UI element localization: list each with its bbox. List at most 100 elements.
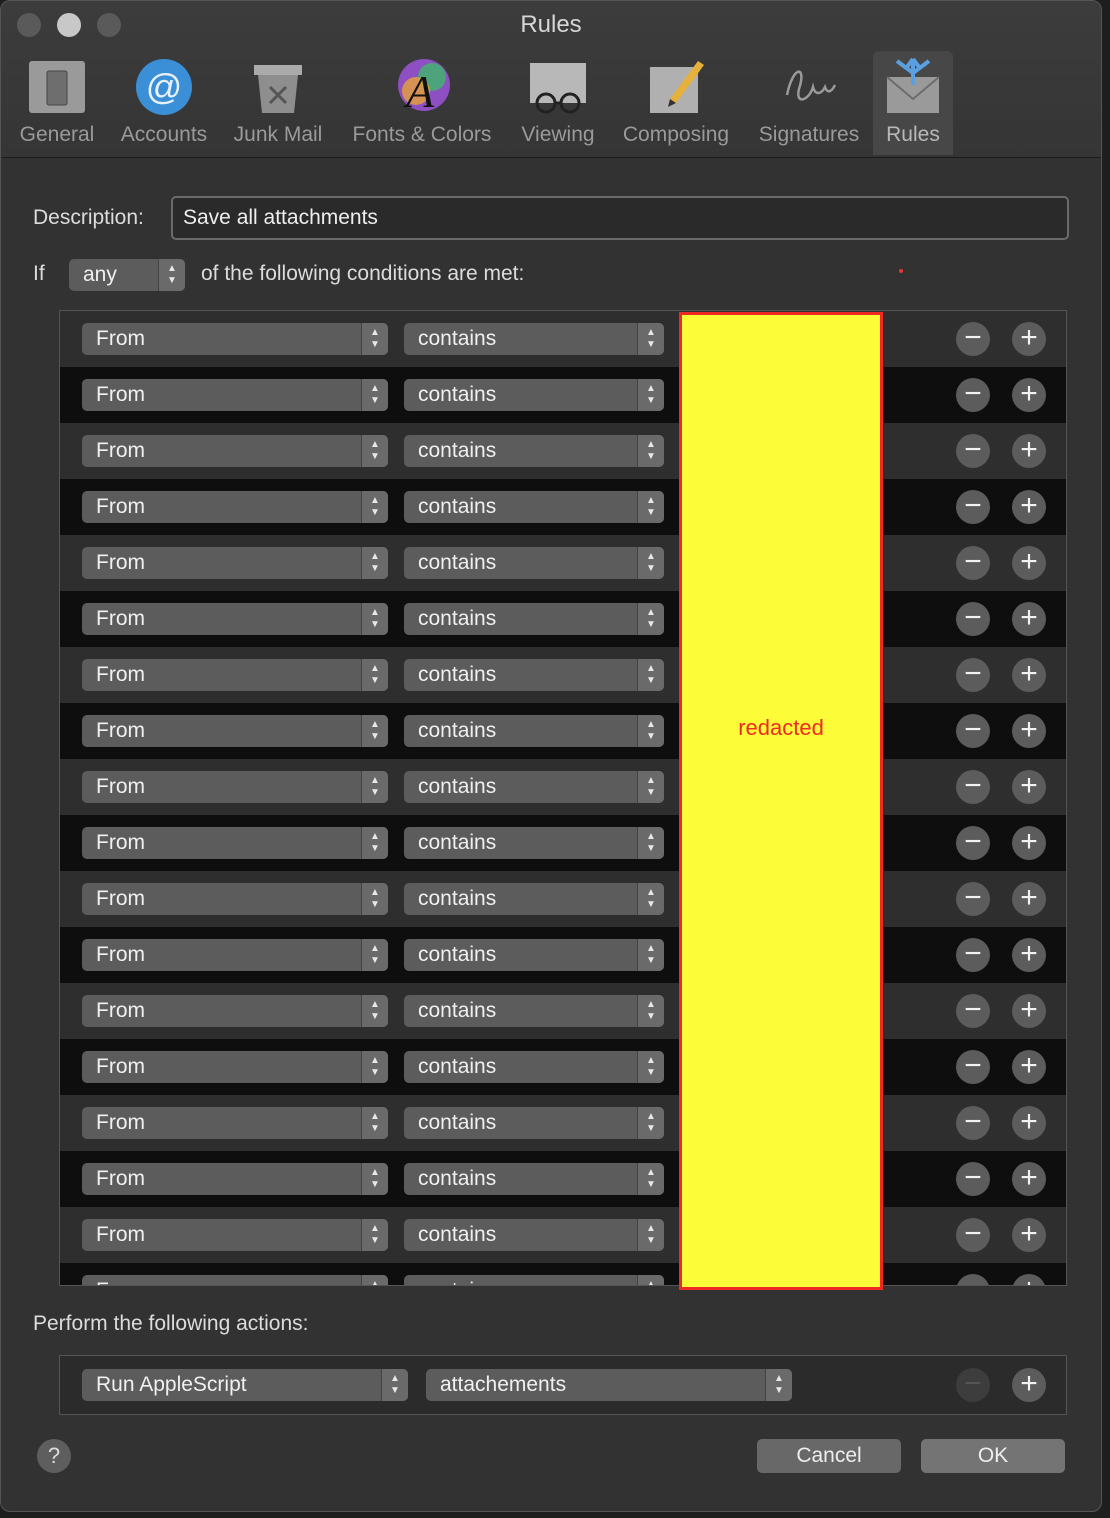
condition-operator-popup[interactable]: contains ▲▼ <box>404 659 664 691</box>
action-type-popup[interactable]: Run AppleScript ▲ ▼ <box>82 1369 408 1401</box>
add-condition-button[interactable]: + <box>1012 1050 1046 1084</box>
ok-button[interactable]: OK <box>921 1439 1065 1473</box>
condition-field-popup[interactable]: From ▲▼ <box>82 435 388 467</box>
add-condition-button[interactable]: + <box>1012 490 1046 524</box>
add-condition-button[interactable]: + <box>1012 994 1046 1028</box>
condition-operator-popup[interactable]: contains ▲▼ <box>404 939 664 971</box>
remove-condition-button[interactable]: − <box>956 1218 990 1252</box>
condition-operator-popup[interactable]: contains ▲▼ <box>404 491 664 523</box>
condition-operator-popup[interactable]: contains ▲▼ <box>404 323 664 355</box>
stepper-arrows-icon: ▲▼ <box>637 715 664 747</box>
toolbar-item-accounts[interactable]: @ Accounts <box>111 51 217 155</box>
remove-condition-button[interactable]: − <box>956 826 990 860</box>
condition-field-popup[interactable]: From ▲▼ <box>82 379 388 411</box>
remove-condition-button[interactable]: − <box>956 378 990 412</box>
condition-operator-popup[interactable]: contains ▲▼ <box>404 1051 664 1083</box>
remove-condition-button[interactable]: − <box>956 938 990 972</box>
condition-field-popup[interactable]: From ▲▼ <box>82 659 388 691</box>
add-condition-button[interactable]: + <box>1012 322 1046 356</box>
add-condition-button[interactable]: + <box>1012 1218 1046 1252</box>
help-button[interactable]: ? <box>37 1439 71 1473</box>
condition-field-value: From <box>96 1167 145 1190</box>
condition-operator-popup[interactable]: contains ▲▼ <box>404 435 664 467</box>
add-condition-button[interactable]: + <box>1012 602 1046 636</box>
remove-condition-button[interactable]: − <box>956 1106 990 1140</box>
condition-field-popup[interactable]: From ▲▼ <box>82 1163 388 1195</box>
match-type-popup[interactable]: any ▲ ▼ <box>69 259 185 291</box>
toolbar-item-signatures[interactable]: Signatures <box>747 51 871 155</box>
condition-field-popup[interactable]: From ▲▼ <box>82 323 388 355</box>
condition-field-popup[interactable]: From ▲▼ <box>82 827 388 859</box>
stepper-arrows-icon: ▲▼ <box>361 1107 388 1139</box>
toolbar-item-composing[interactable]: Composing <box>611 51 741 155</box>
add-action-button[interactable]: + <box>1012 1368 1046 1402</box>
condition-operator-popup[interactable]: contains ▲▼ <box>404 379 664 411</box>
add-condition-button[interactable]: + <box>1012 1106 1046 1140</box>
condition-row: From ▲▼ contains ▲▼ −+ <box>60 423 1066 479</box>
condition-row: From ▲▼ contains ▲▼ −+ <box>60 1207 1066 1263</box>
add-condition-button[interactable]: + <box>1012 938 1046 972</box>
condition-row: From ▲▼ contains ▲▼ −+ <box>60 871 1066 927</box>
conditions-list[interactable]: From ▲ ▼ contains ▲ ▼ − + From ▲ ▼ contains ▲ ▼ − + From… <box>59 310 1067 1286</box>
toolbar-item-rules[interactable]: Rules <box>873 51 953 155</box>
condition-operator-popup[interactable]: contains ▲▼ <box>404 1219 664 1251</box>
condition-operator-popup[interactable]: contains ▲▼ <box>404 547 664 579</box>
condition-field-popup[interactable]: From ▲▼ <box>82 603 388 635</box>
stepper-arrows-icon: ▲▼ <box>637 771 664 803</box>
add-condition-button[interactable]: + <box>1012 546 1046 580</box>
condition-operator-popup[interactable]: contains ▲▼ <box>404 995 664 1027</box>
condition-operator-popup[interactable]: contains ▲▼ <box>404 715 664 747</box>
add-condition-button[interactable]: + <box>1012 1162 1046 1196</box>
add-condition-button[interactable]: + <box>1012 658 1046 692</box>
remove-condition-button[interactable]: − <box>956 1162 990 1196</box>
condition-operator-popup[interactable]: contains ▲▼ <box>404 1107 664 1139</box>
condition-field-value: From <box>96 327 145 350</box>
remove-condition-button[interactable]: − <box>956 658 990 692</box>
add-condition-button[interactable]: + <box>1012 434 1046 468</box>
toolbar-item-fonts-colors[interactable]: A Fonts & Colors <box>339 51 505 155</box>
condition-operator-popup[interactable]: contains ▲▼ <box>404 771 664 803</box>
condition-operator-popup[interactable]: contains ▲▼ <box>404 827 664 859</box>
toolbar-item-viewing[interactable]: Viewing <box>511 51 605 155</box>
toolbar-item-junk-mail[interactable]: Junk Mail <box>223 51 333 155</box>
remove-condition-button[interactable]: − <box>956 602 990 636</box>
remove-action-button[interactable]: − <box>956 1368 990 1402</box>
condition-field-popup[interactable]: From ▲▼ <box>82 1275 388 1285</box>
stepper-arrows-icon: ▲▼ <box>637 379 664 411</box>
remove-condition-button[interactable]: − <box>956 1050 990 1084</box>
remove-condition-button[interactable]: − <box>956 994 990 1028</box>
condition-operator-popup[interactable]: contains ▲▼ <box>404 883 664 915</box>
condition-operator-popup[interactable]: contains ▲▼ <box>404 1163 664 1195</box>
add-condition-button[interactable]: + <box>1012 826 1046 860</box>
conditions-suffix-label: of the following conditions are met: <box>201 262 525 285</box>
condition-field-popup[interactable]: From ▲▼ <box>82 1219 388 1251</box>
applescript-popup[interactable]: attachements ▲ ▼ <box>426 1369 792 1401</box>
remove-condition-button[interactable]: − <box>956 546 990 580</box>
condition-operator-popup[interactable]: contains ▲▼ <box>404 1275 664 1285</box>
add-condition-button[interactable]: + <box>1012 882 1046 916</box>
add-condition-button[interactable]: + <box>1012 714 1046 748</box>
condition-field-popup[interactable]: From ▲▼ <box>82 939 388 971</box>
condition-field-popup[interactable]: From ▲▼ <box>82 1051 388 1083</box>
add-condition-button[interactable]: + <box>1012 1274 1046 1285</box>
toolbar-item-general[interactable]: General <box>9 51 105 155</box>
condition-field-popup[interactable]: From ▲▼ <box>82 995 388 1027</box>
remove-condition-button[interactable]: − <box>956 490 990 524</box>
remove-condition-button[interactable]: − <box>956 434 990 468</box>
condition-field-popup[interactable]: From ▲▼ <box>82 771 388 803</box>
condition-operator-popup[interactable]: contains ▲▼ <box>404 603 664 635</box>
description-input[interactable] <box>173 198 1067 238</box>
condition-field-popup[interactable]: From ▲▼ <box>82 547 388 579</box>
add-condition-button[interactable]: + <box>1012 378 1046 412</box>
condition-field-popup[interactable]: From ▲▼ <box>82 1107 388 1139</box>
condition-field-popup[interactable]: From ▲▼ <box>82 491 388 523</box>
add-condition-button[interactable]: + <box>1012 770 1046 804</box>
cancel-button[interactable]: Cancel <box>757 1439 901 1473</box>
remove-condition-button[interactable]: − <box>956 770 990 804</box>
remove-condition-button[interactable]: − <box>956 714 990 748</box>
remove-condition-button[interactable]: − <box>956 882 990 916</box>
remove-condition-button[interactable]: − <box>956 322 990 356</box>
remove-condition-button[interactable]: − <box>956 1274 990 1285</box>
condition-field-popup[interactable]: From ▲▼ <box>82 883 388 915</box>
condition-field-popup[interactable]: From ▲▼ <box>82 715 388 747</box>
